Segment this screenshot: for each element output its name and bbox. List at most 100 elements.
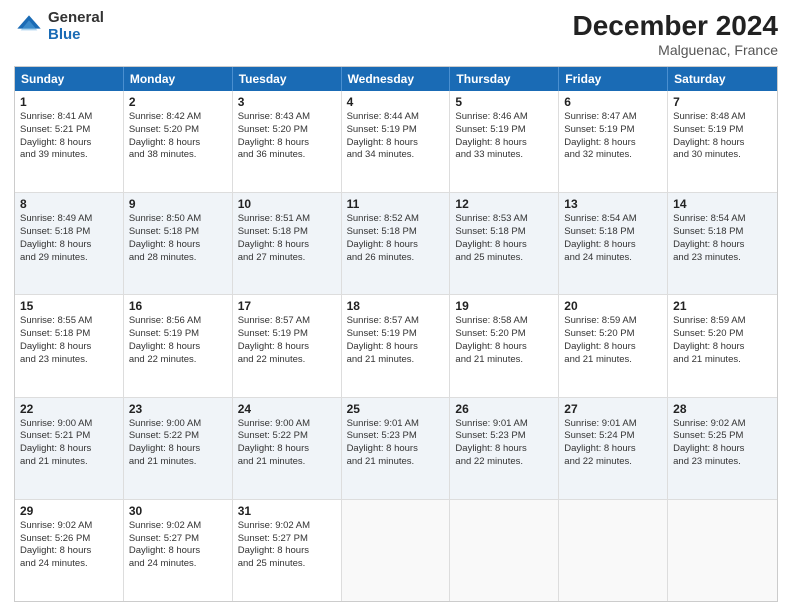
header-day-sunday: Sunday — [15, 67, 124, 91]
day-number: 6 — [564, 95, 662, 109]
day-cell-10: 10Sunrise: 8:51 AM Sunset: 5:18 PM Dayli… — [233, 193, 342, 294]
day-number: 29 — [20, 504, 118, 518]
day-info: Sunrise: 8:52 AM Sunset: 5:18 PM Dayligh… — [347, 213, 445, 264]
day-info: Sunrise: 8:41 AM Sunset: 5:21 PM Dayligh… — [20, 111, 118, 162]
day-info: Sunrise: 9:02 AM Sunset: 5:27 PM Dayligh… — [129, 520, 227, 571]
header: General Blue December 2024 Malguenac, Fr… — [14, 10, 778, 58]
day-info: Sunrise: 8:59 AM Sunset: 5:20 PM Dayligh… — [673, 315, 772, 366]
day-cell-3: 3 Sunrise: 8:43 AM Sunset: 5:20 PM Daylig… — [233, 91, 342, 192]
day-number: 25 — [347, 402, 445, 416]
day-cell-30: 30 Sunrise: 9:02 AM Sunset: 5:27 PM Dayli… — [124, 500, 233, 601]
subtitle: Malguenac, France — [573, 42, 778, 58]
day-number: 8 — [20, 197, 118, 211]
day-cell-22: 22Sunrise: 9:00 AM Sunset: 5:21 PM Dayli… — [15, 398, 124, 499]
day-number: 16 — [129, 299, 227, 313]
day-number: 26 — [455, 402, 553, 416]
day-cell-5: 5 Sunrise: 8:46 AM Sunset: 5:19 PM Daylig… — [450, 91, 559, 192]
day-cell-9: 9Sunrise: 8:50 AM Sunset: 5:18 PM Daylig… — [124, 193, 233, 294]
day-cell-29: 29Sunrise: 9:02 AM Sunset: 5:26 PM Dayli… — [15, 500, 124, 601]
day-info: Sunrise: 8:56 AM Sunset: 5:19 PM Dayligh… — [129, 315, 227, 366]
day-info: Sunrise: 8:58 AM Sunset: 5:20 PM Dayligh… — [455, 315, 553, 366]
logo-blue: Blue — [48, 27, 104, 44]
day-cell-26: 26 Sunrise: 9:01 AM Sunset: 5:23 PM Dayli… — [450, 398, 559, 499]
day-info: Sunrise: 8:49 AM Sunset: 5:18 PM Dayligh… — [20, 213, 118, 264]
day-cell-4: 4Sunrise: 8:44 AM Sunset: 5:19 PM Daylig… — [342, 91, 451, 192]
day-number: 27 — [564, 402, 662, 416]
main-title: December 2024 — [573, 10, 778, 42]
day-info: Sunrise: 8:47 AM Sunset: 5:19 PM Dayligh… — [564, 111, 662, 162]
title-area: December 2024 Malguenac, France — [573, 10, 778, 58]
calendar-header: SundayMondayTuesdayWednesdayThursdayFrid… — [15, 67, 777, 91]
day-number: 28 — [673, 402, 772, 416]
day-number: 21 — [673, 299, 772, 313]
day-number: 1 — [20, 95, 118, 109]
day-number: 9 — [129, 197, 227, 211]
day-number: 14 — [673, 197, 772, 211]
header-day-thursday: Thursday — [450, 67, 559, 91]
calendar: SundayMondayTuesdayWednesdayThursdayFrid… — [14, 66, 778, 602]
logo-icon — [14, 12, 44, 42]
day-cell-16: 16 Sunrise: 8:56 AM Sunset: 5:19 PM Dayli… — [124, 295, 233, 396]
day-number: 3 — [238, 95, 336, 109]
day-info: Sunrise: 8:43 AM Sunset: 5:20 PM Dayligh… — [238, 111, 336, 162]
day-info: Sunrise: 8:54 AM Sunset: 5:18 PM Dayligh… — [564, 213, 662, 264]
day-info: Sunrise: 9:02 AM Sunset: 5:25 PM Dayligh… — [673, 418, 772, 469]
day-info: Sunrise: 8:59 AM Sunset: 5:20 PM Dayligh… — [564, 315, 662, 366]
day-cell-7: 7Sunrise: 8:48 AM Sunset: 5:19 PM Daylig… — [668, 91, 777, 192]
day-info: Sunrise: 9:00 AM Sunset: 5:22 PM Dayligh… — [238, 418, 336, 469]
calendar-row-5: 29Sunrise: 9:02 AM Sunset: 5:26 PM Dayli… — [15, 500, 777, 601]
day-number: 5 — [455, 95, 553, 109]
day-info: Sunrise: 8:44 AM Sunset: 5:19 PM Dayligh… — [347, 111, 445, 162]
day-info: Sunrise: 9:01 AM Sunset: 5:24 PM Dayligh… — [564, 418, 662, 469]
day-info: Sunrise: 9:01 AM Sunset: 5:23 PM Dayligh… — [455, 418, 553, 469]
header-day-tuesday: Tuesday — [233, 67, 342, 91]
header-day-saturday: Saturday — [668, 67, 777, 91]
empty-cell — [450, 500, 559, 601]
logo-text: General Blue — [48, 10, 104, 43]
empty-cell — [668, 500, 777, 601]
day-info: Sunrise: 9:00 AM Sunset: 5:22 PM Dayligh… — [129, 418, 227, 469]
day-cell-24: 24 Sunrise: 9:00 AM Sunset: 5:22 PM Dayli… — [233, 398, 342, 499]
day-info: Sunrise: 8:46 AM Sunset: 5:19 PM Dayligh… — [455, 111, 553, 162]
day-cell-20: 20Sunrise: 8:59 AM Sunset: 5:20 PM Dayli… — [559, 295, 668, 396]
page: General Blue December 2024 Malguenac, Fr… — [0, 0, 792, 612]
calendar-row-3: 15Sunrise: 8:55 AM Sunset: 5:18 PM Dayli… — [15, 295, 777, 397]
header-day-friday: Friday — [559, 67, 668, 91]
day-number: 24 — [238, 402, 336, 416]
day-cell-6: 6 Sunrise: 8:47 AM Sunset: 5:19 PM Daylig… — [559, 91, 668, 192]
day-number: 11 — [347, 197, 445, 211]
day-cell-17: 17Sunrise: 8:57 AM Sunset: 5:19 PM Dayli… — [233, 295, 342, 396]
header-day-wednesday: Wednesday — [342, 67, 451, 91]
calendar-row-4: 22Sunrise: 9:00 AM Sunset: 5:21 PM Dayli… — [15, 398, 777, 500]
logo: General Blue — [14, 10, 104, 43]
day-cell-13: 13 Sunrise: 8:54 AM Sunset: 5:18 PM Dayli… — [559, 193, 668, 294]
day-cell-1: 1 Sunrise: 8:41 AM Sunset: 5:21 PM Daylig… — [15, 91, 124, 192]
day-cell-8: 8 Sunrise: 8:49 AM Sunset: 5:18 PM Daylig… — [15, 193, 124, 294]
day-number: 18 — [347, 299, 445, 313]
day-number: 23 — [129, 402, 227, 416]
day-cell-12: 12Sunrise: 8:53 AM Sunset: 5:18 PM Dayli… — [450, 193, 559, 294]
empty-cell — [559, 500, 668, 601]
day-number: 2 — [129, 95, 227, 109]
day-cell-18: 18 Sunrise: 8:57 AM Sunset: 5:19 PM Dayli… — [342, 295, 451, 396]
day-cell-31: 31Sunrise: 9:02 AM Sunset: 5:27 PM Dayli… — [233, 500, 342, 601]
day-number: 22 — [20, 402, 118, 416]
day-info: Sunrise: 8:57 AM Sunset: 5:19 PM Dayligh… — [347, 315, 445, 366]
day-number: 7 — [673, 95, 772, 109]
day-cell-15: 15Sunrise: 8:55 AM Sunset: 5:18 PM Dayli… — [15, 295, 124, 396]
day-info: Sunrise: 8:53 AM Sunset: 5:18 PM Dayligh… — [455, 213, 553, 264]
day-info: Sunrise: 9:01 AM Sunset: 5:23 PM Dayligh… — [347, 418, 445, 469]
day-cell-21: 21 Sunrise: 8:59 AM Sunset: 5:20 PM Dayli… — [668, 295, 777, 396]
day-number: 10 — [238, 197, 336, 211]
logo-general: General — [48, 10, 104, 27]
day-info: Sunrise: 9:02 AM Sunset: 5:27 PM Dayligh… — [238, 520, 336, 571]
day-info: Sunrise: 8:55 AM Sunset: 5:18 PM Dayligh… — [20, 315, 118, 366]
day-cell-14: 14 Sunrise: 8:54 AM Sunset: 5:18 PM Dayli… — [668, 193, 777, 294]
day-cell-28: 28 Sunrise: 9:02 AM Sunset: 5:25 PM Dayli… — [668, 398, 777, 499]
day-info: Sunrise: 8:54 AM Sunset: 5:18 PM Dayligh… — [673, 213, 772, 264]
day-number: 13 — [564, 197, 662, 211]
calendar-row-2: 8 Sunrise: 8:49 AM Sunset: 5:18 PM Daylig… — [15, 193, 777, 295]
day-cell-25: 25 Sunrise: 9:01 AM Sunset: 5:23 PM Dayli… — [342, 398, 451, 499]
day-number: 19 — [455, 299, 553, 313]
day-number: 30 — [129, 504, 227, 518]
